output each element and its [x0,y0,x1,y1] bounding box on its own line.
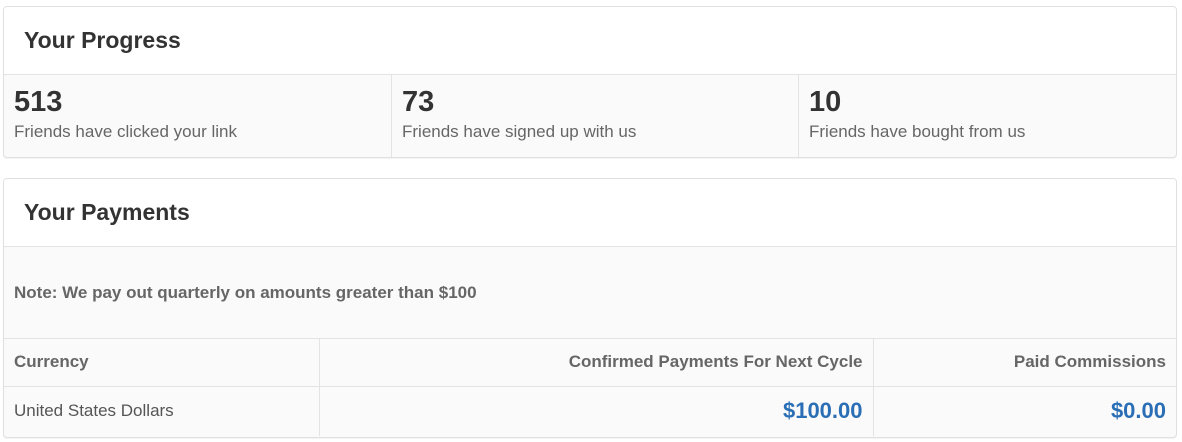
currency-name: United States Dollars [14,401,174,421]
currency-cell: United States Dollars [4,386,320,436]
table-header-row: Currency Confirmed Payments For Next Cyc… [4,339,1176,387]
payments-header: Your Payments [4,179,1176,247]
payments-panel: Your Payments Note: We pay out quarterly… [3,178,1177,438]
progress-header: Your Progress [4,7,1176,75]
column-header-confirmed: Confirmed Payments For Next Cycle [319,339,874,387]
stat-purchases: 10 Friends have bought from us [799,75,1176,157]
stat-signups: 73 Friends have signed up with us [392,75,799,157]
stat-signups-label: Friends have signed up with us [402,122,637,141]
stat-clicks: 513 Friends have clicked your link [4,75,392,157]
stat-purchases-label: Friends have bought from us [809,122,1026,141]
stat-purchases-number: 10 [809,86,842,118]
payments-table: Currency Confirmed Payments For Next Cyc… [4,339,1176,436]
paid-amount: $0.00 [1110,398,1166,424]
payout-note: Note: We pay out quarterly on amounts gr… [4,247,1176,339]
column-header-paid: Paid Commissions [873,339,1176,387]
progress-stats: 513 Friends have clicked your link 73 Fr… [4,75,1176,157]
stat-clicks-number: 513 [14,86,63,118]
stat-signups-number: 73 [402,86,435,118]
confirmed-amount: $100.00 [782,398,863,424]
stat-clicks-label: Friends have clicked your link [14,122,237,141]
confirmed-cell: $100.00 [319,386,874,436]
payout-note-text: Note: We pay out quarterly on amounts gr… [14,282,477,302]
progress-panel: Your Progress 513 Friends have clicked y… [3,6,1177,158]
table-row: United States Dollars $100.00 $0.00 [4,386,1176,436]
column-header-currency: Currency [4,339,320,387]
paid-cell: $0.00 [873,386,1176,436]
progress-title: Your Progress [24,27,181,53]
payments-title: Your Payments [24,199,190,225]
